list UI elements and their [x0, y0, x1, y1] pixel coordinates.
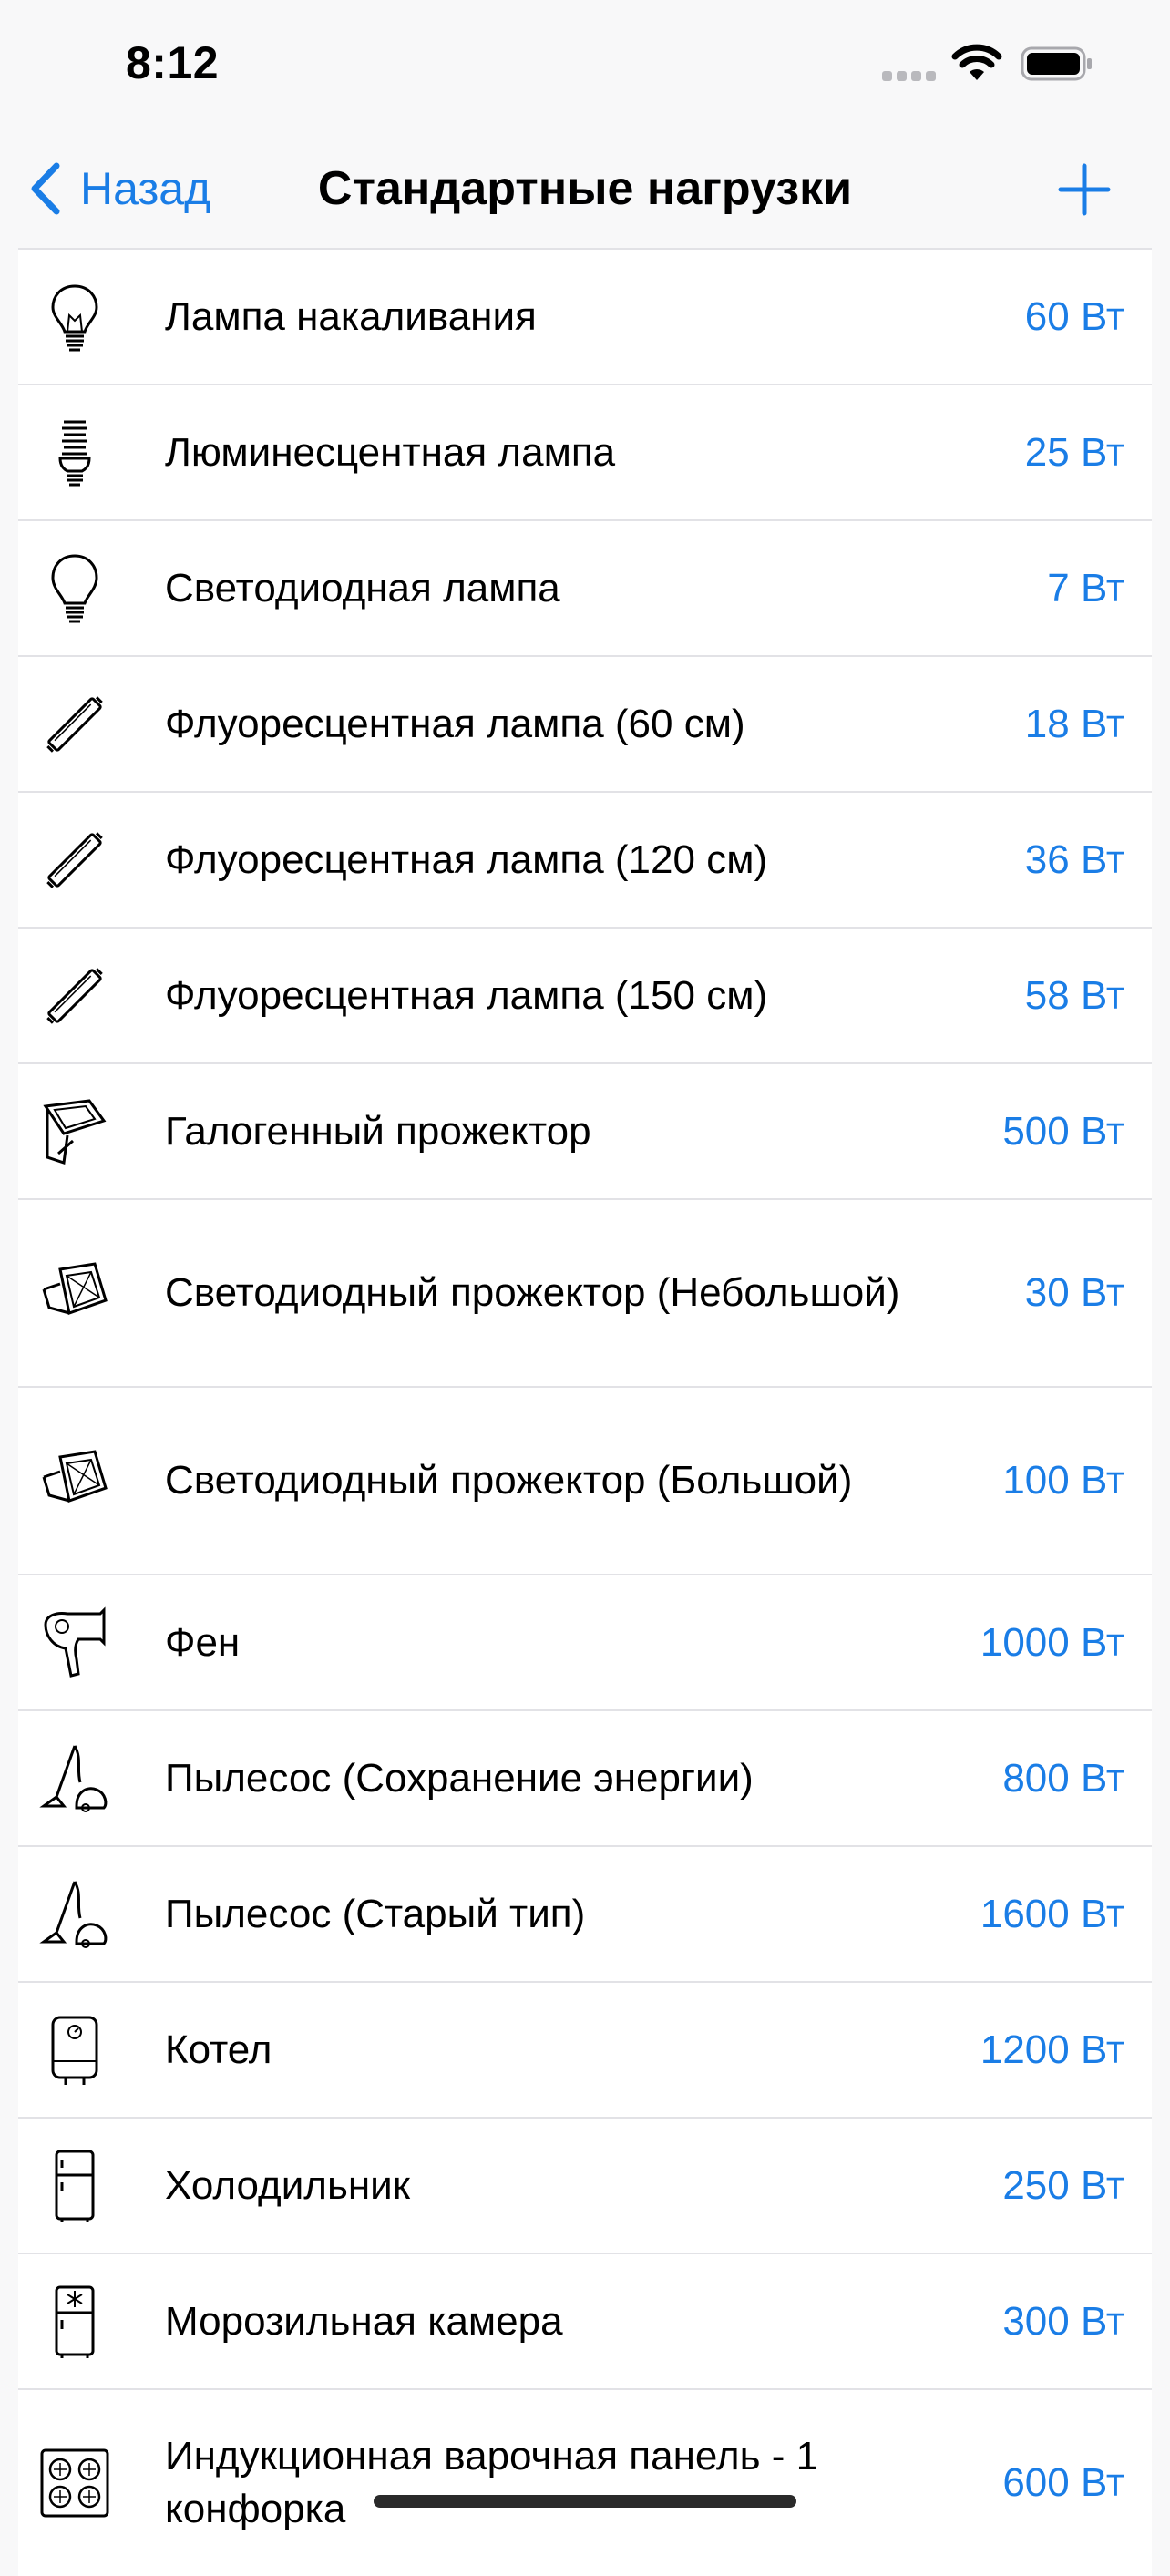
- item-name: Светодиодная лампа: [165, 565, 560, 611]
- list-item[interactable]: Светодиодный прожектор (Большой) 100 Вт: [18, 1386, 1152, 1574]
- list-item[interactable]: Фен 1000 Вт: [18, 1574, 1152, 1709]
- item-name: Светодиодный прожектор (Большой): [165, 1458, 853, 1503]
- item-power: 25 Вт: [1024, 429, 1124, 475]
- vacuum-cleaner-icon: [36, 1876, 113, 1953]
- item-power: 250 Вт: [1002, 2162, 1124, 2208]
- item-power: 18 Вт: [1024, 701, 1124, 746]
- halogen-floodlight-icon: [36, 1093, 113, 1170]
- list-item[interactable]: Флуоресцентная лампа (150 см) 58 Вт: [18, 927, 1152, 1062]
- induction-cooktop-icon: [36, 2445, 113, 2521]
- item-name: Холодильник: [165, 2162, 411, 2208]
- item-power: 500 Вт: [1002, 1108, 1124, 1154]
- list-item[interactable]: Светодиодная лампа 7 Вт: [18, 519, 1152, 655]
- freezer-icon: [36, 2284, 113, 2360]
- item-name: Пылесос (Сохранение энергии): [165, 1755, 754, 1801]
- list-item[interactable]: Галогенный прожектор 500 Вт: [18, 1062, 1152, 1198]
- vacuum-cleaner-icon: [36, 1740, 113, 1817]
- item-name: Галогенный прожектор: [165, 1108, 591, 1154]
- navigation-bar: Назад Стандартные нагрузки: [0, 137, 1170, 248]
- page-title: Стандартные нагрузки: [317, 162, 853, 215]
- list-item[interactable]: Люминесцентная лампа 25 Вт: [18, 384, 1152, 519]
- item-power: 7 Вт: [1047, 565, 1124, 611]
- item-name: Светодиодный прожектор (Небольшой): [165, 1270, 900, 1315]
- wifi-icon: [951, 44, 1002, 80]
- item-power: 58 Вт: [1024, 972, 1124, 1018]
- add-button[interactable]: [1057, 162, 1112, 217]
- battery-icon: [1021, 46, 1092, 81]
- item-name: Флуоресцентная лампа (150 см): [165, 972, 768, 1018]
- list-item[interactable]: Морозильная камера 300 Вт: [18, 2253, 1152, 2388]
- loads-list: Лампа накаливания 60 Вт Люминесцентная лам…: [18, 248, 1152, 2576]
- refrigerator-icon: [36, 2148, 113, 2224]
- list-item[interactable]: Флуоресцентная лампа (120 см) 36 Вт: [18, 791, 1152, 927]
- item-name: Пылесос (Старый тип): [165, 1891, 586, 1936]
- fluorescent-tube-icon: [36, 822, 113, 898]
- item-name: Флуоресцентная лампа (120 см): [165, 836, 768, 882]
- led-bulb-icon: [36, 550, 113, 627]
- item-name: Индукционная варочная панель - 1 конфорк…: [165, 2434, 819, 2531]
- cellular-signal-icon: [882, 69, 940, 86]
- status-time: 8:12: [126, 37, 220, 88]
- list-item[interactable]: Пылесос (Сохранение энергии) 800 Вт: [18, 1709, 1152, 1845]
- list-item[interactable]: Лампа накаливания 60 Вт: [18, 248, 1152, 384]
- fluorescent-tube-icon: [36, 686, 113, 763]
- item-power: 600 Вт: [1002, 2460, 1124, 2505]
- list-item[interactable]: Светодиодный прожектор (Небольшой) 30 Вт: [18, 1198, 1152, 1386]
- item-power: 36 Вт: [1024, 836, 1124, 882]
- item-power: 30 Вт: [1024, 1270, 1124, 1315]
- item-power: 1200 Вт: [980, 2027, 1124, 2072]
- fluorescent-tube-icon: [36, 958, 113, 1034]
- status-bar: 8:12: [0, 0, 1170, 128]
- hair-dryer-icon: [36, 1605, 113, 1681]
- list-item[interactable]: Флуоресцентная лампа (60 см) 18 Вт: [18, 655, 1152, 791]
- list-item[interactable]: Холодильник 250 Вт: [18, 2117, 1152, 2253]
- item-name: Фен: [165, 1619, 241, 1665]
- item-power: 1000 Вт: [980, 1619, 1124, 1665]
- item-power: 300 Вт: [1002, 2298, 1124, 2344]
- list-item[interactable]: Индукционная варочная панель - 1 конфорк…: [18, 2388, 1152, 2576]
- list-item[interactable]: Котел 1200 Вт: [18, 1981, 1152, 2117]
- item-name: Лампа накаливания: [165, 293, 537, 339]
- item-name: Флуоресцентная лампа (60 см): [165, 701, 745, 746]
- led-floodlight-icon: [36, 1442, 113, 1519]
- item-name: Морозильная камера: [165, 2298, 563, 2344]
- item-power: 1600 Вт: [980, 1891, 1124, 1936]
- item-power: 100 Вт: [1002, 1458, 1124, 1503]
- led-floodlight-icon: [36, 1255, 113, 1331]
- incandescent-bulb-icon: [36, 279, 113, 355]
- water-heater-icon: [36, 2012, 113, 2089]
- item-power: 800 Вт: [1002, 1755, 1124, 1801]
- item-name: Люминесцентная лампа: [165, 429, 616, 475]
- home-indicator: [374, 2495, 796, 2508]
- item-power: 60 Вт: [1024, 293, 1124, 339]
- cfl-bulb-icon: [36, 415, 113, 491]
- list-item[interactable]: Пылесос (Старый тип) 1600 Вт: [18, 1845, 1152, 1981]
- item-name: Котел: [165, 2027, 272, 2072]
